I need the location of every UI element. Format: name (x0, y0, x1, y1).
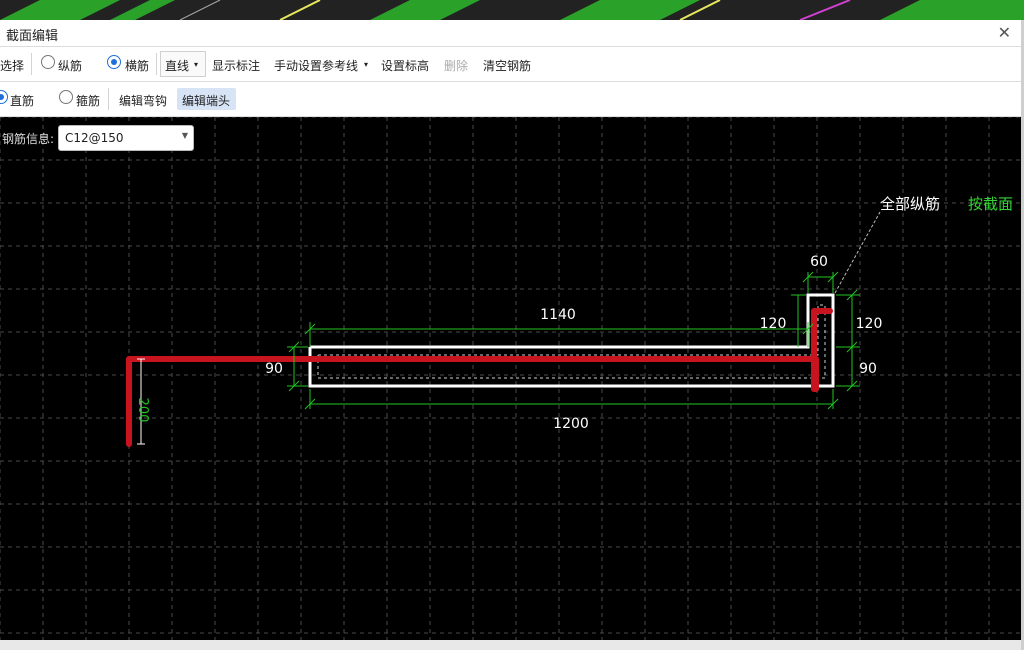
select-button[interactable]: 选择 (0, 57, 24, 74)
sub-toolbar: 直筋 箍筋 编辑弯钩 编辑端头 (0, 82, 1021, 117)
status-bar (0, 640, 1021, 650)
dim-120-left: 120 (760, 316, 787, 332)
dimension-ticks (288, 271, 858, 410)
drawing-canvas[interactable]: 60 1140 120 120 90 90 1200 200 全部纵筋 按截面 … (0, 117, 1021, 640)
dim-1200: 1200 (553, 416, 589, 432)
toolbar-divider (31, 53, 32, 75)
stirrup-label[interactable]: 箍筋 (76, 92, 100, 109)
dim-1140: 1140 (540, 307, 576, 323)
rebar-line (126, 308, 833, 447)
line-mode-label[interactable]: 直线 (165, 57, 189, 74)
stirrup-radio[interactable] (59, 90, 73, 104)
chevron-down-icon: ▼ (181, 131, 188, 140)
straight-label[interactable]: 直筋 (10, 92, 34, 109)
transverse-radio[interactable] (107, 55, 121, 69)
longitudinal-label[interactable]: 纵筋 (58, 57, 82, 74)
set-elevation-button[interactable]: 设置标高 (381, 57, 429, 74)
manual-ref-line-button[interactable]: 手动设置参考线 (274, 57, 358, 74)
rebar-info-combo[interactable]: C12@150 ▼ (58, 125, 194, 151)
main-toolbar: 选择 纵筋 横筋 直线 ▾ 显示标注 手动设置参考线 ▾ 设置标高 删除 清空钢… (0, 47, 1021, 82)
edit-hook-button[interactable]: 编辑弯钩 (119, 92, 167, 109)
dim-90-left: 90 (265, 361, 283, 377)
delete-button[interactable]: 删除 (444, 57, 468, 74)
dialog-title: 截面编辑 (6, 29, 59, 44)
toolbar-divider (156, 53, 157, 75)
straight-radio[interactable] (0, 90, 8, 104)
dimension-lines (287, 272, 860, 409)
rebar-info-label: 钢筋信息: (2, 132, 55, 146)
dim-90-right: 90 (859, 361, 877, 377)
dim-120-right: 120 (856, 316, 883, 332)
chevron-down-icon: ▾ (194, 60, 199, 69)
dim-200: 200 (135, 398, 150, 423)
by-section-label[interactable]: 按截面 (968, 195, 1013, 213)
edit-end-button[interactable]: 编辑端头 (182, 92, 230, 109)
dim-60: 60 (810, 254, 828, 270)
clear-rebar-button[interactable]: 清空钢筋 (483, 57, 531, 74)
dialog-titlebar: 截面编辑 ✕ (0, 20, 1021, 47)
section-drawing: 60 1140 120 120 90 90 1200 200 全部纵筋 按截面 (0, 117, 1021, 640)
all-longitudinal-label: 全部纵筋 (880, 195, 940, 213)
chevron-down-icon: ▾ (364, 60, 369, 69)
toolbar-divider (108, 88, 109, 110)
background-model-view (0, 0, 1024, 20)
close-icon[interactable]: ✕ (998, 23, 1011, 42)
longitudinal-radio[interactable] (41, 55, 55, 69)
rebar-info-value: C12@150 (65, 131, 124, 145)
leader-line (834, 211, 881, 294)
section-edit-dialog: 截面编辑 ✕ 选择 纵筋 横筋 直线 ▾ 显示标注 手动设置参考线 ▾ 设置标高… (0, 20, 1021, 650)
show-dims-button[interactable]: 显示标注 (212, 57, 260, 74)
transverse-label[interactable]: 横筋 (125, 57, 149, 74)
